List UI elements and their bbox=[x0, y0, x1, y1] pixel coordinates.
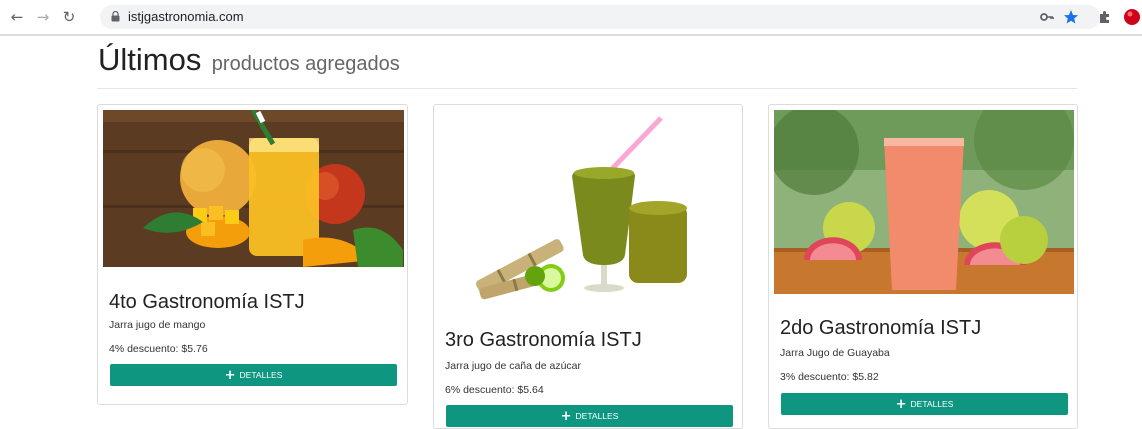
product-description: Jarra Jugo de Guayaba bbox=[780, 347, 890, 359]
plus-icon: + bbox=[560, 409, 572, 424]
star-icon[interactable] bbox=[1062, 8, 1080, 26]
details-button-label: DETALLES bbox=[575, 411, 619, 421]
product-discount: 6% descuento: $5.64 bbox=[445, 384, 544, 396]
section-heading: Últimos productos agregados bbox=[98, 42, 400, 78]
extensions-icon[interactable] bbox=[1096, 8, 1114, 26]
heading-divider bbox=[97, 88, 1077, 89]
product-image-sugarcane bbox=[439, 110, 739, 310]
product-title: 3ro Gastronomía ISTJ bbox=[445, 329, 642, 351]
product-description: Jarra jugo de mango bbox=[109, 319, 206, 331]
product-description: Jarra jugo de caña de azúcar bbox=[445, 360, 582, 372]
product-card: 2do Gastronomía ISTJ Jarra Jugo de Guaya… bbox=[768, 104, 1078, 429]
product-image-guava bbox=[774, 110, 1074, 294]
details-button[interactable]: + DETALLES bbox=[110, 364, 397, 386]
forward-icon[interactable]: → bbox=[34, 8, 52, 26]
product-discount: 3% descuento: $5.82 bbox=[780, 371, 879, 383]
key-icon[interactable] bbox=[1038, 8, 1056, 26]
product-discount: 4% descuento: $5.76 bbox=[109, 343, 208, 355]
address-bar[interactable]: istjgastronomia.com bbox=[100, 5, 1100, 29]
product-card: 4to Gastronomía ISTJ Jarra jugo de mango… bbox=[97, 104, 408, 405]
product-image-mango bbox=[103, 110, 404, 267]
lock-icon bbox=[111, 11, 120, 22]
product-title: 2do Gastronomía ISTJ bbox=[780, 317, 982, 339]
section-title: Últimos bbox=[98, 42, 202, 77]
product-card: 3ro Gastronomía ISTJ Jarra jugo de caña … bbox=[433, 104, 743, 429]
section-subtitle: productos agregados bbox=[211, 53, 400, 75]
details-button-label: DETALLES bbox=[239, 370, 283, 380]
product-title: 4to Gastronomía ISTJ bbox=[109, 291, 305, 313]
plus-icon: + bbox=[224, 368, 236, 383]
details-button-label: DETALLES bbox=[910, 399, 954, 409]
browser-toolbar: ← → ↻ istjgastronomia.com bbox=[0, 0, 1142, 36]
back-icon[interactable]: ← bbox=[8, 8, 26, 26]
profile-icon[interactable] bbox=[1122, 8, 1142, 26]
url-text: istjgastronomia.com bbox=[128, 9, 244, 24]
details-button[interactable]: + DETALLES bbox=[446, 405, 733, 427]
plus-icon: + bbox=[895, 397, 907, 412]
details-button[interactable]: + DETALLES bbox=[781, 393, 1068, 415]
reload-icon[interactable]: ↻ bbox=[60, 8, 78, 26]
